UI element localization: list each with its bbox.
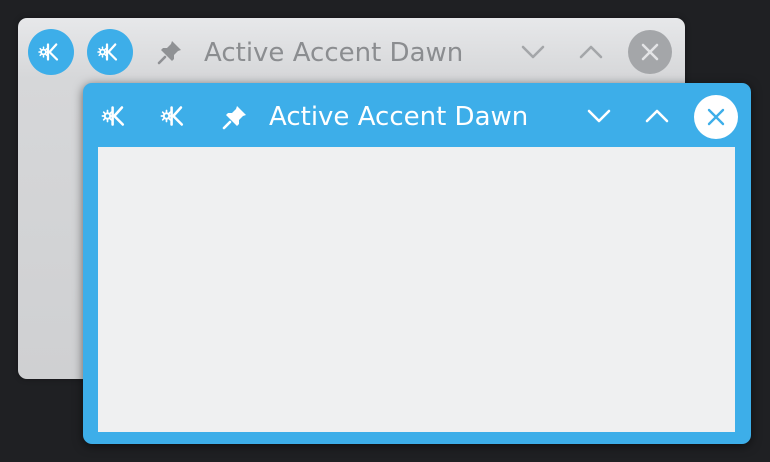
background-maximize-button[interactable] (574, 35, 608, 69)
background-minimize-button[interactable] (516, 35, 550, 69)
window-content-area[interactable] (98, 147, 735, 432)
background-window-titlebar[interactable]: Active Accent Dawn (18, 18, 685, 86)
foreground-on-all-desktops-button[interactable] (156, 97, 194, 135)
foreground-close-button[interactable] (694, 95, 738, 139)
kde-logo-icon (99, 99, 133, 133)
background-close-button[interactable] (628, 30, 672, 74)
foreground-keep-above-button[interactable] (217, 99, 253, 135)
foreground-window[interactable]: Active Accent Dawn (83, 83, 751, 444)
foreground-minimize-button[interactable] (582, 99, 616, 133)
chevron-down-icon (587, 109, 611, 123)
kde-logo-icon (36, 37, 66, 67)
background-app-menu-button[interactable] (28, 29, 74, 75)
close-icon (641, 43, 659, 61)
chevron-up-icon (579, 45, 603, 59)
close-icon (707, 108, 725, 126)
foreground-window-titlebar[interactable]: Active Accent Dawn (83, 83, 751, 147)
foreground-app-menu-button[interactable] (97, 97, 135, 135)
foreground-window-title: Active Accent Dawn (269, 102, 529, 132)
background-window-title: Active Accent Dawn (204, 38, 464, 68)
foreground-maximize-button[interactable] (640, 99, 674, 133)
pin-icon (157, 41, 181, 65)
chevron-down-icon (521, 45, 545, 59)
kde-logo-icon (158, 99, 192, 133)
kde-logo-icon (95, 37, 125, 67)
pin-icon (222, 106, 246, 130)
background-keep-above-button[interactable] (152, 34, 188, 70)
chevron-up-icon (645, 109, 669, 123)
background-on-all-desktops-button[interactable] (87, 29, 133, 75)
